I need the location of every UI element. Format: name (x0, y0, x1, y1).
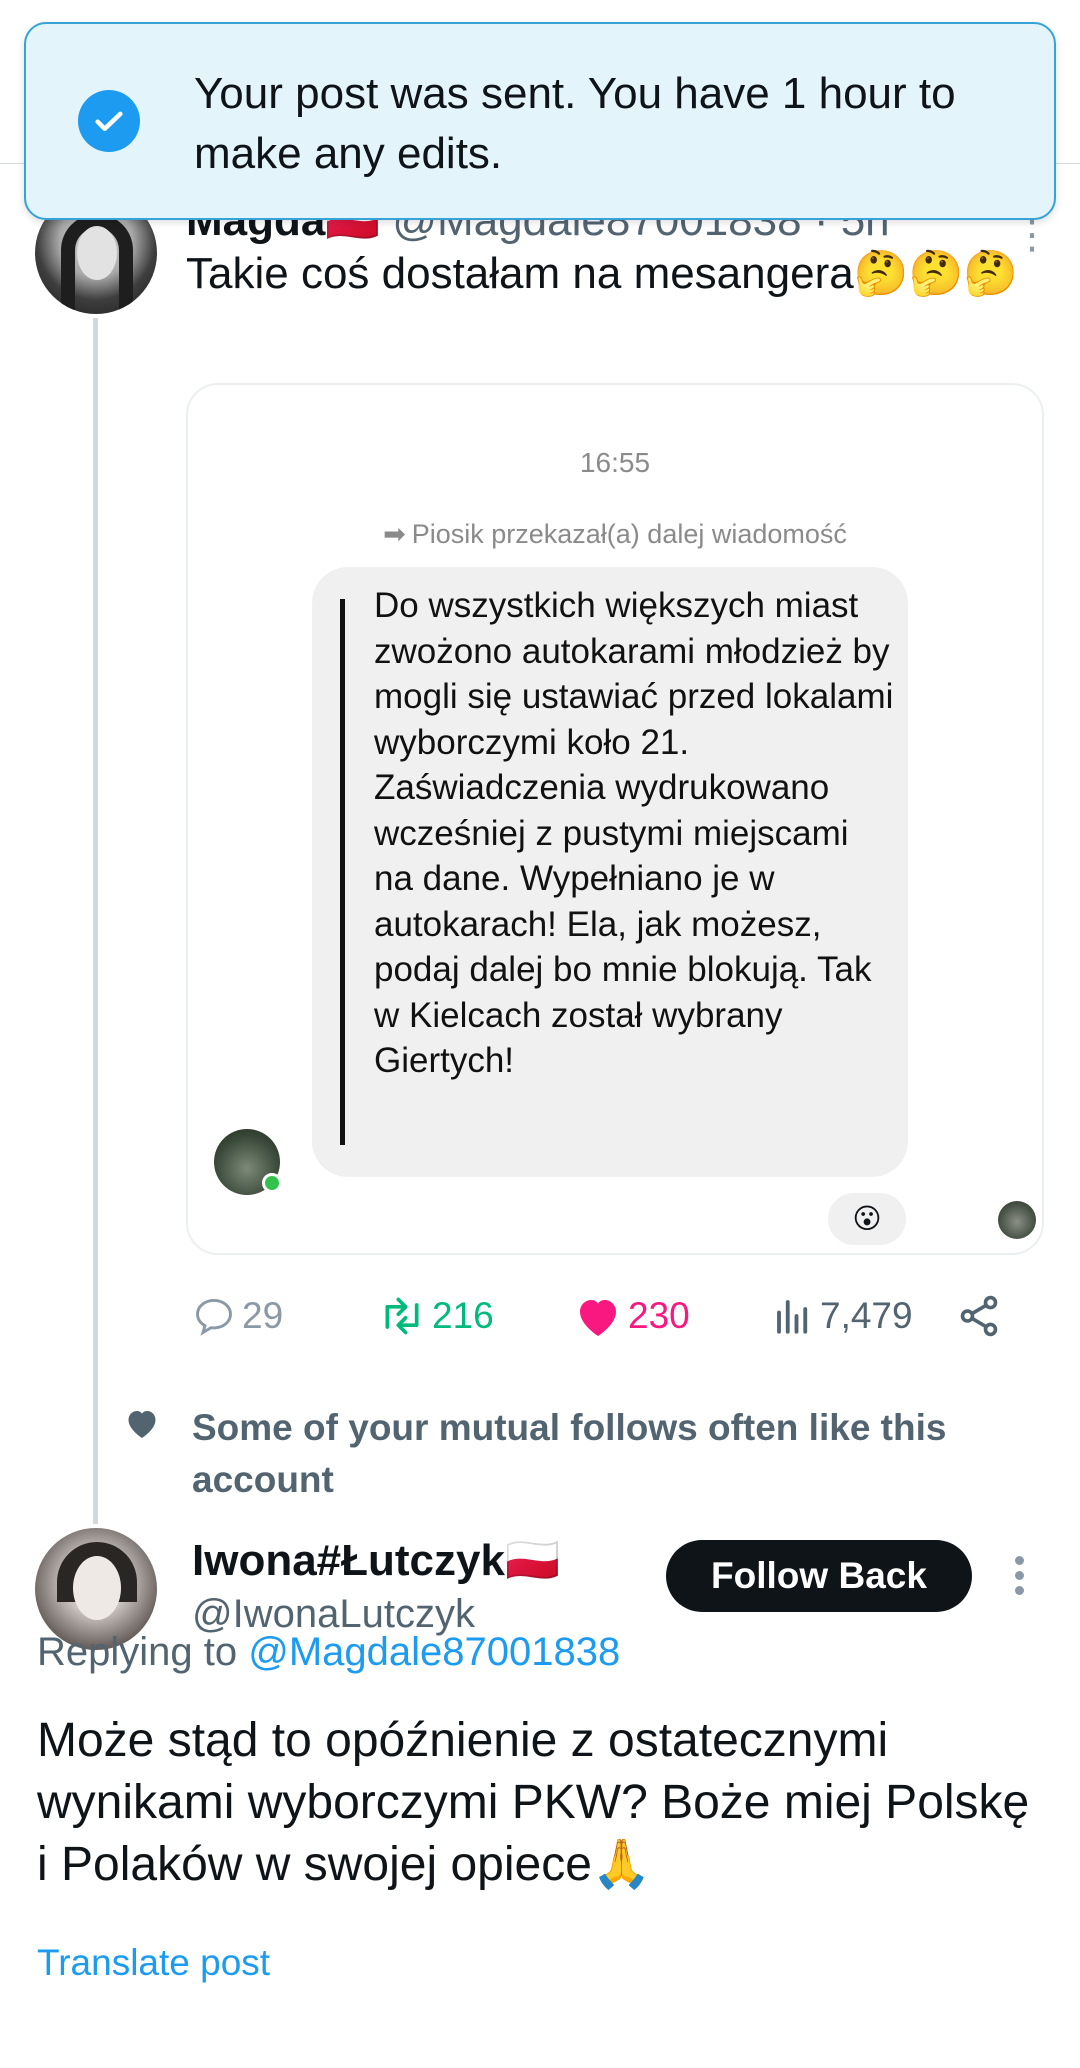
forward-arrow-icon: ➡ (383, 519, 406, 549)
like-count: 230 (628, 1295, 690, 1336)
tweet-media-image[interactable]: 16:55 ➡ Piosik przekazał(a) dalej wiadomo… (186, 383, 1044, 1255)
tweet-text: Takie coś dostałam na mesangera🤔🤔🤔 (186, 249, 1019, 298)
repost-icon (385, 1297, 419, 1335)
views-button[interactable]: 7,479 (772, 1286, 913, 1346)
sender-avatar (214, 1129, 282, 1195)
follow-back-button[interactable]: Follow Back (666, 1540, 972, 1612)
forwarded-label: ➡ Piosik przekazał(a) dalej wiadomość (383, 519, 847, 549)
message-time: 16:55 (579, 447, 651, 478)
reply-icon (196, 1298, 232, 1336)
thread-connector-line (93, 318, 98, 1524)
share-button[interactable] (956, 1286, 1008, 1346)
check-circle-icon (78, 90, 140, 152)
online-status-dot (262, 1173, 282, 1193)
quote-bar (340, 599, 345, 1145)
message-reaction: 😮 (828, 1193, 906, 1245)
message-bubble: Do wszystkich większych miast zwożono au… (312, 567, 908, 1177)
post-sent-toast[interactable]: Your post was sent. You have 1 hour to m… (24, 22, 1056, 220)
seen-by-avatar (998, 1201, 1036, 1239)
heart-icon (124, 1406, 160, 1445)
repost-button[interactable]: 216 (378, 1286, 494, 1346)
like-button[interactable]: 230 (574, 1286, 690, 1346)
tweet-text: Może stąd to opóźnienie z ostatecznymi w… (37, 1714, 1030, 1891)
more-options-icon[interactable] (1004, 1550, 1034, 1610)
repost-count: 216 (432, 1295, 494, 1336)
reply-button[interactable]: 29 (192, 1286, 283, 1346)
views-icon (777, 1300, 808, 1334)
forwarded-message-text: Do wszystkich większych miast zwożono au… (374, 586, 894, 1080)
mention-link[interactable]: @Magdale87001838 (248, 1630, 620, 1674)
view-count: 7,479 (820, 1295, 913, 1336)
toast-message: Your post was sent. You have 1 hour to m… (194, 69, 956, 178)
social-context-label: Some of your mutual follows often like t… (192, 1407, 947, 1500)
author-name[interactable]: Iwona#Łutczyk🇵🇱 (192, 1534, 560, 1588)
replying-to: Replying to @Magdale87001838 (37, 1630, 621, 1674)
share-icon (960, 1295, 998, 1337)
reply-count: 29 (242, 1295, 284, 1336)
tweet-action-bar: 29 216 230 7,479 (186, 1286, 1046, 1346)
heart-icon (580, 1300, 616, 1336)
translate-post-link[interactable]: Translate post (37, 1942, 270, 1984)
